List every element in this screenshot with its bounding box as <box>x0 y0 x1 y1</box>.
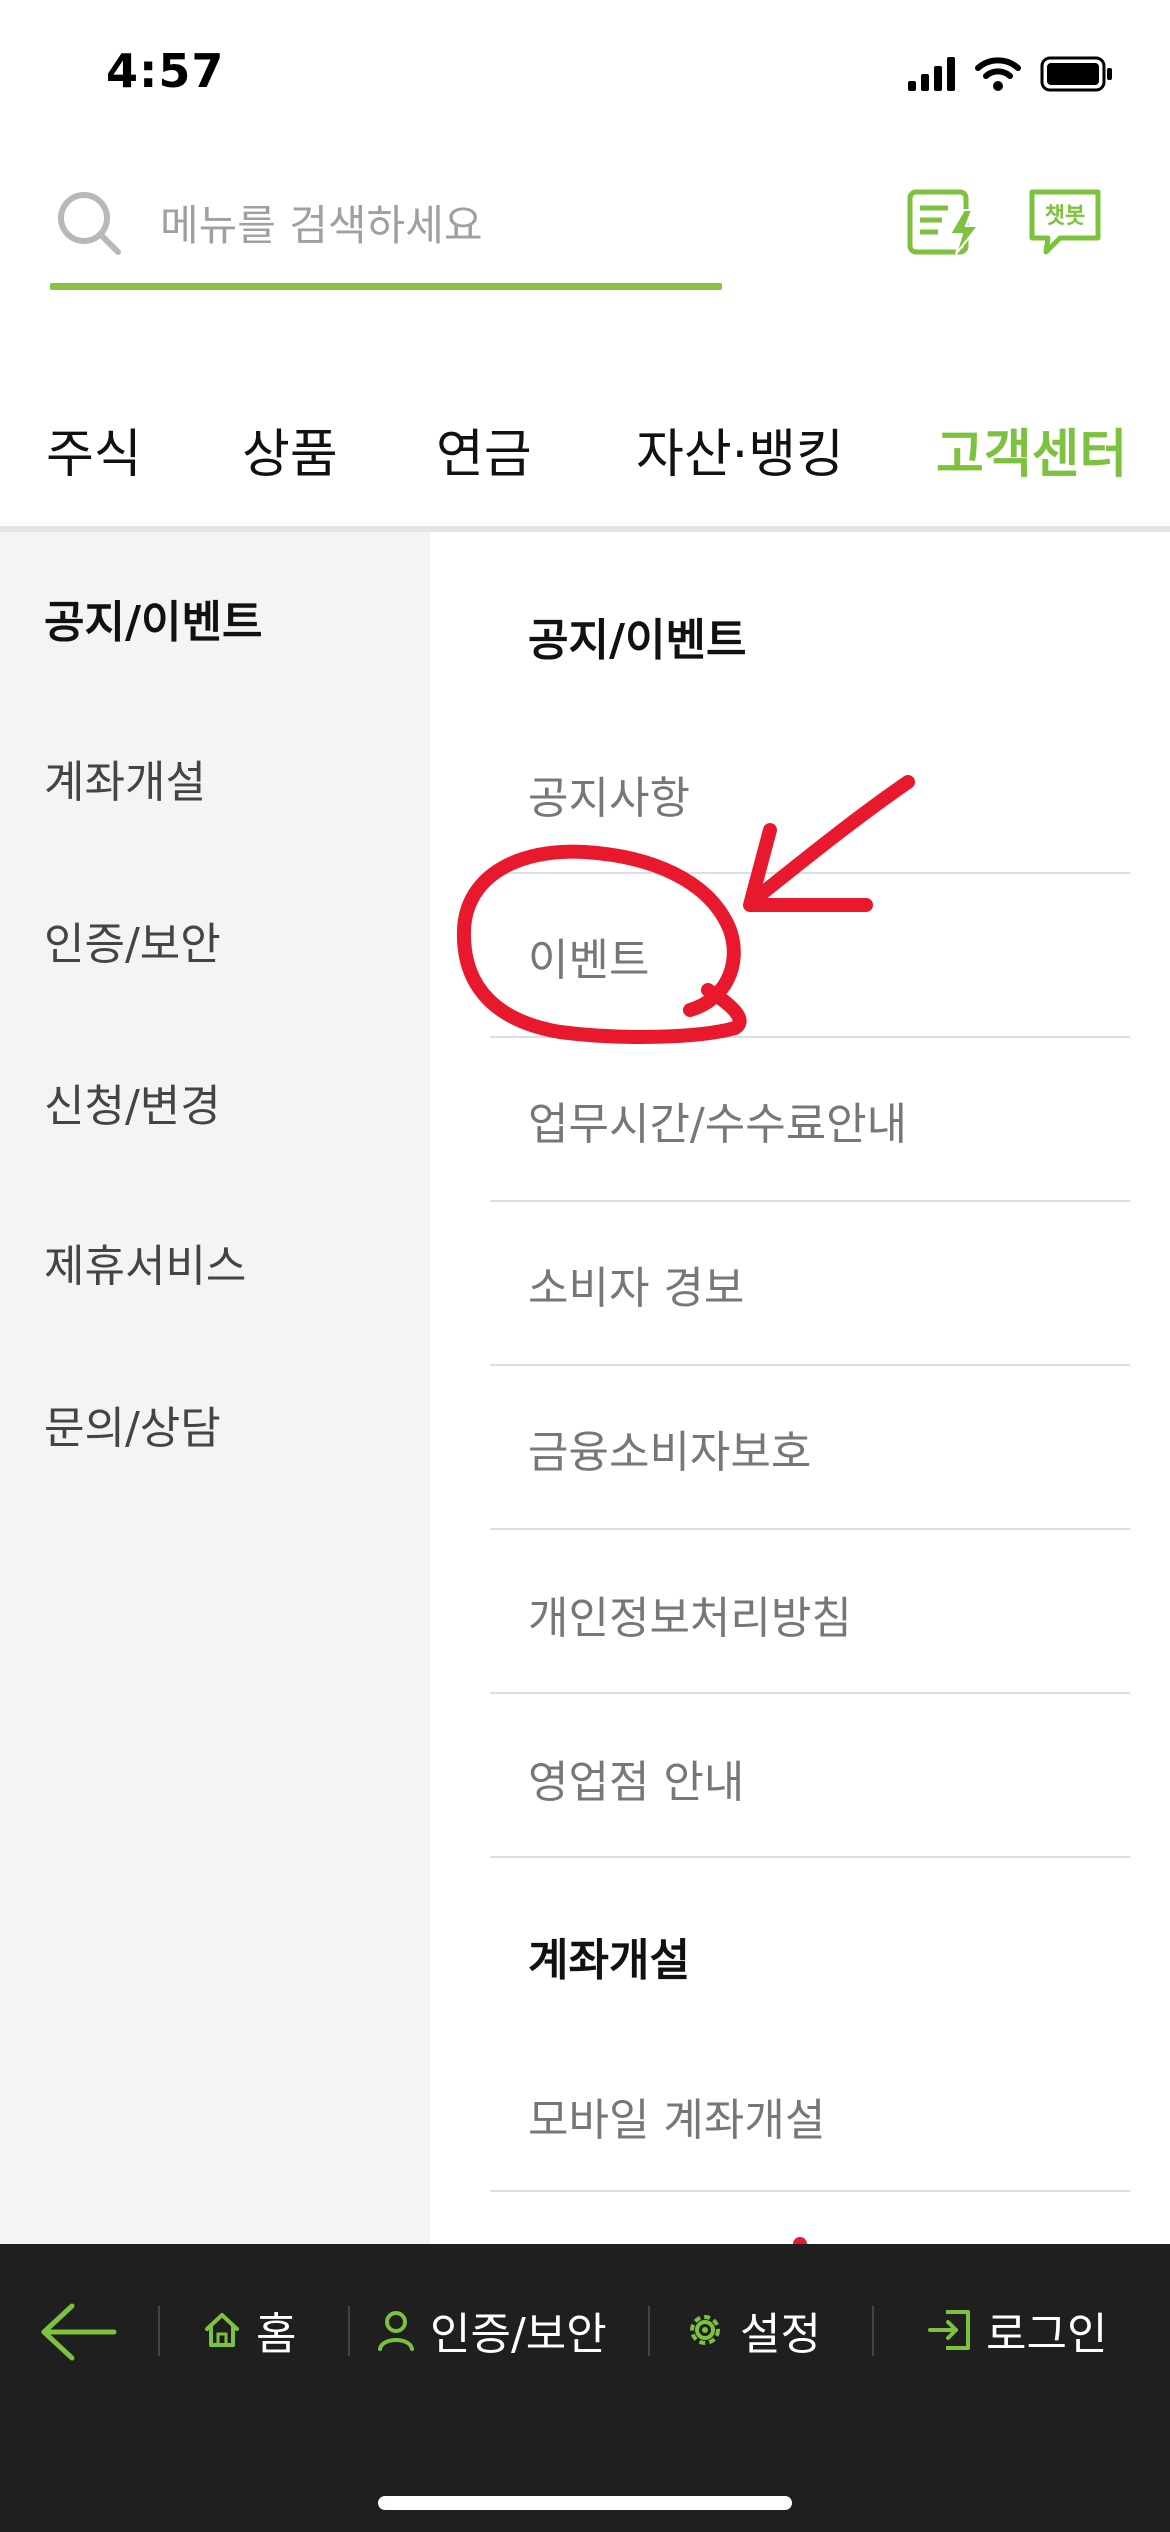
battery-icon <box>1040 56 1112 92</box>
bottom-navigation: 홈 인증/보안 설정 로그인 <box>0 2244 1170 2532</box>
tab-stocks[interactable]: 주식 <box>46 412 142 487</box>
menu-item-consumer-alert[interactable]: 소비자 경보 <box>528 1252 744 1316</box>
menu-item-privacy-policy[interactable]: 개인정보처리방침 <box>528 1582 852 1646</box>
menu-divider <box>490 1528 1130 1530</box>
settings-label: 설정 <box>740 2309 821 2360</box>
menu-item-consumer-protection[interactable]: 금융소비자보호 <box>528 1416 811 1480</box>
tab-customer-center[interactable]: 고객센터 <box>936 412 1127 487</box>
menu-item-events[interactable]: 이벤트 <box>528 924 649 988</box>
user-icon <box>378 2311 414 2351</box>
settings-button[interactable]: 설정 <box>684 2300 821 2360</box>
tab-pension[interactable]: 연금 <box>436 412 532 487</box>
login-label: 로그인 <box>986 2309 1108 2360</box>
auth-security-label: 인증/보안 <box>430 2309 607 2360</box>
login-button[interactable]: 로그인 <box>926 2300 1107 2360</box>
section-title-account-opening: 계좌개설 <box>528 1935 690 1986</box>
sidebar-item-inquiry[interactable]: 문의/상담 <box>44 1392 221 1456</box>
login-icon <box>928 2310 970 2350</box>
home-icon <box>205 2313 239 2347</box>
menu-divider <box>490 1692 1130 1694</box>
bottom-divider <box>158 2306 160 2356</box>
bottom-divider <box>648 2306 650 2356</box>
menu-divider <box>490 872 1130 874</box>
quick-menu-icon[interactable] <box>906 186 984 258</box>
back-arrow-icon[interactable] <box>38 2302 120 2362</box>
menu-divider <box>490 1036 1130 1038</box>
bottom-divider <box>348 2306 350 2356</box>
menu-content: 공지/이벤트 공지사항 이벤트 업무시간/수수료안내 소비자 경보 금융소비자보… <box>430 532 1170 2244</box>
search-input[interactable] <box>160 190 700 260</box>
sidebar-item-notice-event[interactable]: 공지/이벤트 <box>44 586 262 650</box>
bottom-divider <box>872 2306 874 2356</box>
status-icons <box>908 54 1114 94</box>
home-label: 홈 <box>256 2309 297 2360</box>
auth-security-button[interactable]: 인증/보안 <box>376 2300 607 2360</box>
status-bar: 4:57 <box>0 0 1170 150</box>
menu-item-branch-info[interactable]: 영업점 안내 <box>528 1746 744 1810</box>
sidebar-item-account-opening[interactable]: 계좌개설 <box>44 746 206 810</box>
chatbot-icon[interactable]: 챗봇 <box>1026 186 1104 258</box>
menu-item-mobile-account-opening[interactable]: 모바일 계좌개설 <box>528 2084 825 2148</box>
menu-divider <box>490 2190 1130 2192</box>
menu-item-notices[interactable]: 공지사항 <box>528 762 690 826</box>
cellular-signal-icon <box>908 57 955 91</box>
search-icon <box>58 192 121 255</box>
category-tabs: 주식 상품 연금 자산·뱅킹 고객센터 <box>0 392 1170 512</box>
status-time: 4:57 <box>106 44 225 98</box>
menu-divider <box>490 1364 1130 1366</box>
sidebar-item-apply-change[interactable]: 신청/변경 <box>44 1070 221 1134</box>
sidebar-item-partner-services[interactable]: 제휴서비스 <box>44 1230 246 1294</box>
sidebar-item-auth-security[interactable]: 인증/보안 <box>44 908 221 972</box>
home-button[interactable]: 홈 <box>202 2300 296 2360</box>
sidebar: 공지/이벤트 계좌개설 인증/보안 신청/변경 제휴서비스 문의/상담 <box>0 532 430 2244</box>
menu-divider <box>490 1200 1130 1202</box>
tab-assets-banking[interactable]: 자산·뱅킹 <box>636 412 844 487</box>
menu-item-hours-fees[interactable]: 업무시간/수수료안내 <box>528 1088 907 1152</box>
gear-icon <box>690 2315 720 2345</box>
search-bar[interactable] <box>50 178 722 290</box>
chatbot-label: 챗봇 <box>1045 204 1085 229</box>
wifi-icon <box>975 57 1021 91</box>
tab-products[interactable]: 상품 <box>242 412 338 487</box>
menu-divider <box>490 1856 1130 1858</box>
section-title-notice-event: 공지/이벤트 <box>528 615 747 666</box>
search-underline <box>50 283 722 290</box>
home-indicator <box>378 2496 792 2510</box>
